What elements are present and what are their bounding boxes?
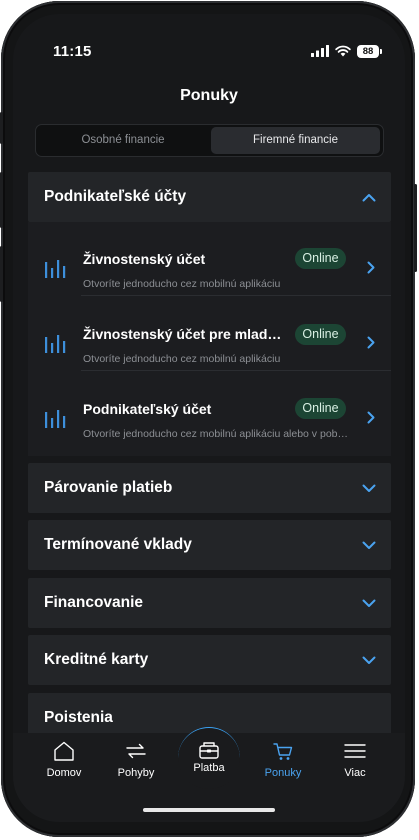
section-term-deposits[interactable]: Termínované vklady xyxy=(28,520,391,570)
account-description: Otvoríte jednoducho cez mobilnú aplikáci… xyxy=(83,278,281,290)
battery-icon: 88 xyxy=(357,44,382,58)
divider xyxy=(81,295,391,296)
bar-chart-icon xyxy=(45,410,66,428)
section-title: Kreditné karty xyxy=(44,651,149,668)
account-name: Podnikateľský účet xyxy=(83,401,212,417)
cart-icon xyxy=(273,743,293,760)
chevron-down-icon xyxy=(362,656,376,664)
section-title: Poistenia xyxy=(44,709,113,726)
nav-transactions[interactable]: Pohyby xyxy=(101,733,171,783)
bar-chart-icon xyxy=(45,260,66,278)
account-row-trade-account-young[interactable]: Živnostenský účet pre mladých Online Otv… xyxy=(28,297,391,371)
status-icons: 88 xyxy=(311,43,382,59)
nav-label: Pohyby xyxy=(117,767,155,779)
nav-label: Viac xyxy=(344,767,366,779)
account-description: Otvoríte jednoducho cez mobilnú aplikáci… xyxy=(83,428,348,440)
home-icon xyxy=(54,741,74,761)
online-badge: Online xyxy=(295,398,346,419)
online-badge: Online xyxy=(295,248,346,269)
business-accounts-list: Živnostenský účet Online Otvoríte jednod… xyxy=(28,222,391,456)
segmented-control: Osobné financie Firemné financie xyxy=(35,124,384,157)
section-header-business-accounts[interactable]: Podnikateľské účty xyxy=(28,172,391,222)
side-button xyxy=(0,246,3,302)
section-title: Podnikateľské účty xyxy=(44,188,187,205)
nav-label: Platba xyxy=(193,762,225,774)
account-name: Živnostenský účet xyxy=(83,251,206,267)
nav-label: Ponuky xyxy=(264,767,302,779)
nav-payment[interactable]: Platba xyxy=(178,727,240,789)
account-row-trade-account[interactable]: Živnostenský účet Online Otvoríte jednod… xyxy=(28,222,391,296)
menu-icon xyxy=(344,744,366,758)
wifi-icon xyxy=(335,45,351,57)
nav-more[interactable]: Viac xyxy=(320,733,390,783)
status-time: 11:15 xyxy=(53,43,92,60)
chevron-down-icon xyxy=(362,541,376,549)
section-credit-cards[interactable]: Kreditné karty xyxy=(28,635,391,685)
side-button xyxy=(0,172,3,228)
account-row-business-account[interactable]: Podnikateľský účet Online Otvoríte jedno… xyxy=(28,372,391,446)
status-bar: 11:15 88 xyxy=(13,14,405,76)
section-financing[interactable]: Financovanie xyxy=(28,578,391,628)
side-button xyxy=(414,184,417,272)
account-name: Živnostenský účet pre mladých xyxy=(83,326,288,342)
chevron-right-icon xyxy=(367,261,375,274)
wallet-icon xyxy=(199,742,219,759)
side-button xyxy=(0,112,3,144)
divider xyxy=(81,370,391,371)
chevron-right-icon xyxy=(367,411,375,424)
section-title: Párovanie platieb xyxy=(44,479,173,496)
bar-chart-icon xyxy=(45,335,66,353)
bottom-nav: Domov Pohyby Platba Ponuky Viac xyxy=(13,727,405,822)
chevron-right-icon xyxy=(367,336,375,349)
screen: 11:15 88 Ponuky Osobné financie Firemné … xyxy=(13,14,405,822)
tab-business-finance[interactable]: Firemné financie xyxy=(211,127,380,154)
transfer-arrows-icon xyxy=(126,743,146,759)
chevron-down-icon xyxy=(362,599,376,607)
section-payment-matching[interactable]: Párovanie platieb xyxy=(28,463,391,513)
page-title: Ponuky xyxy=(180,87,238,104)
chevron-up-icon xyxy=(362,194,376,202)
online-badge: Online xyxy=(295,324,346,345)
tab-personal-finance[interactable]: Osobné financie xyxy=(38,127,208,154)
account-description: Otvoríte jednoducho cez mobilnú aplikáci… xyxy=(83,353,281,365)
nav-home[interactable]: Domov xyxy=(29,733,99,783)
signal-icon xyxy=(311,45,329,57)
home-indicator xyxy=(143,808,275,812)
section-title: Termínované vklady xyxy=(44,536,192,553)
nav-label: Domov xyxy=(46,767,82,779)
section-title: Financovanie xyxy=(44,594,144,611)
nav-offers[interactable]: Ponuky xyxy=(248,733,318,783)
chevron-down-icon xyxy=(362,484,376,492)
